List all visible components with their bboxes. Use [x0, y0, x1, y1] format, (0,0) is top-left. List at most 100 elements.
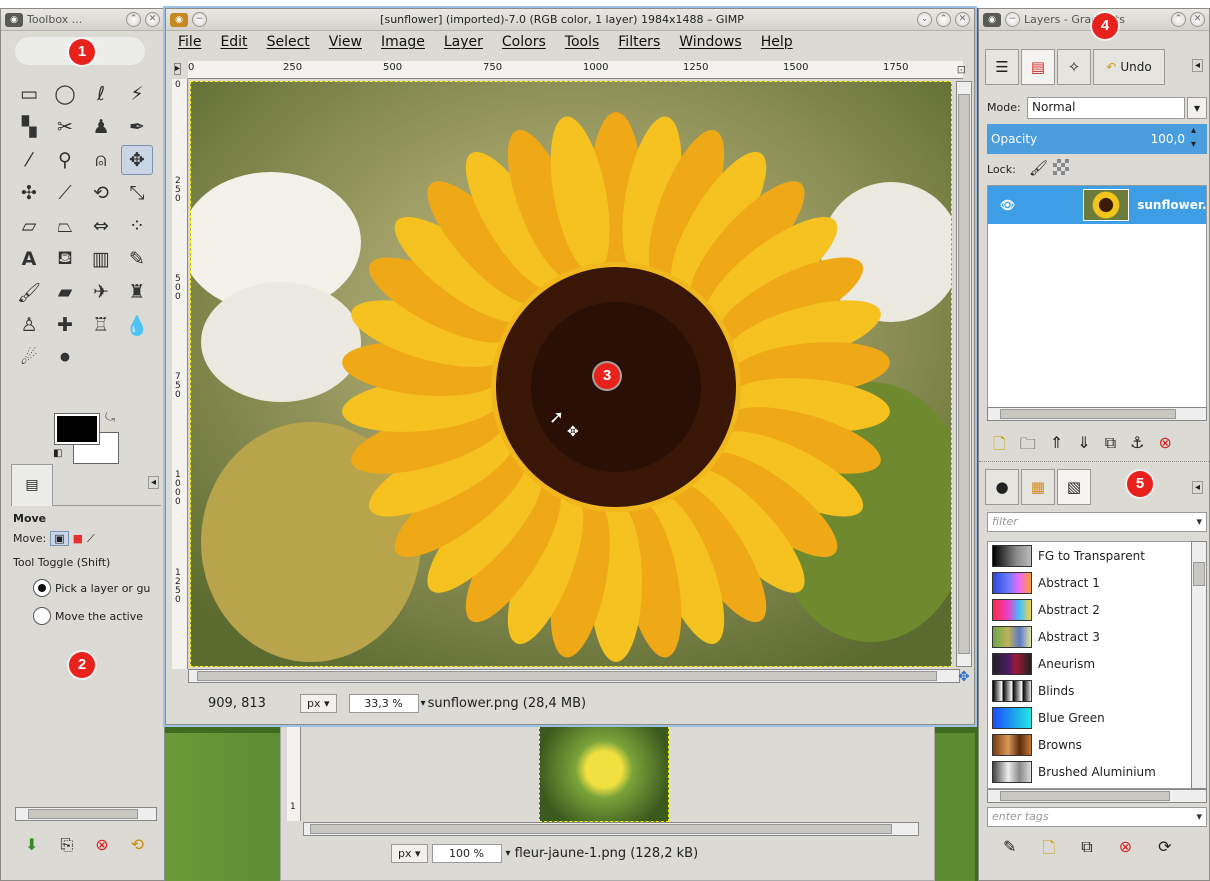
shear-icon[interactable]: ▱: [13, 211, 45, 241]
ink-icon[interactable]: ♜: [121, 277, 153, 307]
gradients-hscroll-thumb[interactable]: [1000, 791, 1170, 801]
gradients-tab-menu-icon[interactable]: ◂: [1191, 481, 1203, 494]
layers-hscrollbar[interactable]: [987, 407, 1207, 421]
delete-options-icon[interactable]: ⊗: [95, 835, 108, 855]
fg-bg-colors[interactable]: ⤿ ◧: [53, 410, 123, 464]
gradient-list-item[interactable]: Aneurism: [988, 650, 1206, 677]
layer-name[interactable]: sunflower.png: [1137, 198, 1206, 212]
maximize-icon[interactable]: ⌃: [936, 12, 951, 27]
dodge-burn-icon[interactable]: ⚫: [49, 343, 81, 373]
scale-icon[interactable]: ⤡: [121, 178, 153, 208]
pick-layer-radio[interactable]: [33, 579, 51, 597]
gradient-list-item[interactable]: Brushed Aluminium: [988, 758, 1206, 785]
vertical-ruler[interactable]: 0 250 500 750 1000 1250: [172, 79, 188, 669]
fuzzy-select-icon[interactable]: ⚡: [121, 79, 153, 109]
gradient-list-item[interactable]: Blue Green: [988, 704, 1206, 731]
unit-select[interactable]: px ▾: [300, 693, 337, 713]
close-icon[interactable]: ✕: [955, 12, 970, 27]
foreground-select-icon[interactable]: ♟: [85, 112, 117, 142]
heal-icon[interactable]: ✚: [49, 310, 81, 340]
rect-select-icon[interactable]: ▭: [13, 79, 45, 109]
zoom-icon[interactable]: ⚲: [49, 145, 81, 175]
lock-alpha-icon[interactable]: [1053, 159, 1069, 175]
move-selection-icon[interactable]: ■: [73, 532, 83, 545]
close-icon[interactable]: ✕: [145, 12, 160, 27]
gradients-divider[interactable]: [979, 461, 1210, 465]
duplicate-layer-icon[interactable]: ⧉: [1105, 433, 1116, 460]
toolbox-hscrollbar[interactable]: [15, 807, 157, 821]
crop-icon[interactable]: ⟋: [49, 178, 81, 208]
paths-icon[interactable]: ✒: [121, 112, 153, 142]
reset-options-icon[interactable]: ⟲: [131, 835, 144, 855]
pencil-icon[interactable]: ✎: [121, 244, 153, 274]
paintbrush-icon[interactable]: 🖌: [13, 277, 45, 307]
lock-pixels-icon[interactable]: 🖌: [1029, 159, 1048, 177]
tags-input[interactable]: enter tags ▾: [987, 807, 1207, 827]
clone-icon[interactable]: ♙: [13, 310, 45, 340]
new-layer-icon[interactable]: 🗋: [993, 433, 1006, 460]
save-options-icon[interactable]: ⬇: [25, 835, 38, 855]
perspective-clone-icon[interactable]: ♖: [85, 310, 117, 340]
new-gradient-icon[interactable]: 🗋: [1042, 837, 1055, 864]
swap-colors-icon[interactable]: ⤿: [105, 410, 115, 425]
zoom-field[interactable]: 33,3 %: [348, 693, 419, 713]
menu-colors[interactable]: Colors: [502, 34, 546, 50]
tab-patterns[interactable]: ▦: [1021, 469, 1055, 505]
edit-gradient-icon[interactable]: ✎: [1003, 837, 1016, 864]
bucket-fill-icon[interactable]: ⛾: [49, 244, 81, 274]
move-active-radio[interactable]: [33, 607, 51, 625]
menu-help[interactable]: Help: [761, 34, 793, 50]
duplicate-gradient-icon[interactable]: ⧉: [1081, 837, 1092, 864]
refresh-gradients-icon[interactable]: ⟳: [1158, 837, 1171, 864]
secondary-scroll-thumb[interactable]: [310, 824, 892, 834]
gradient-list-item[interactable]: FG to Transparent: [988, 542, 1206, 569]
secondary-zoom-field[interactable]: 100 %: [431, 844, 502, 863]
close-icon[interactable]: ✕: [1190, 12, 1205, 27]
tool-options-tab[interactable]: ▤: [11, 464, 53, 506]
cage-icon[interactable]: ⁘: [121, 211, 153, 241]
raise-layer-icon[interactable]: ⇑: [1050, 433, 1063, 460]
quick-mask-corner-icon[interactable]: ▸: [174, 63, 182, 75]
eye-icon[interactable]: 👁: [1000, 198, 1015, 212]
blend-icon[interactable]: ▥: [85, 244, 117, 274]
opacity-spin-icon[interactable]: ▴ ▾: [1191, 124, 1196, 152]
layers-list[interactable]: 👁 sunflower.png: [987, 185, 1207, 421]
gradients-vscrollbar[interactable]: [1191, 541, 1207, 789]
foreground-color[interactable]: [55, 414, 99, 444]
tab-channels[interactable]: ▤: [1021, 49, 1055, 85]
anchor-layer-icon[interactable]: ⚓: [1130, 433, 1144, 460]
gradient-list-item[interactable]: Abstract 3: [988, 623, 1206, 650]
window-menu-icon[interactable]: −: [192, 12, 207, 27]
tab-undo[interactable]: ↶ Undo: [1093, 49, 1165, 85]
menu-tools[interactable]: Tools: [565, 34, 600, 50]
image-titlebar[interactable]: ◉ − [sunflower] (imported)-7.0 (RGB colo…: [166, 9, 974, 31]
default-colors-icon[interactable]: ◧: [53, 448, 62, 459]
image-window-secondary[interactable]: 1 px ▾ 100 % ▾ fleur-jaune-1.png (128,2 …: [280, 725, 935, 881]
gradient-filter-input[interactable]: filter ▾: [987, 512, 1207, 532]
tab-brushes[interactable]: ●: [985, 469, 1019, 505]
color-select-icon[interactable]: ▚: [13, 112, 45, 142]
window-menu-icon[interactable]: −: [1005, 12, 1020, 27]
toolbox-scroll-thumb[interactable]: [28, 809, 138, 819]
toolbox-titlebar[interactable]: ◉ Toolbox ... ⌃ ✕: [1, 9, 164, 31]
opacity-slider[interactable]: Opacity 100,0: [987, 124, 1207, 154]
menu-select[interactable]: Select: [267, 34, 310, 50]
gradient-list-item[interactable]: Abstract 1: [988, 569, 1206, 596]
gradient-list-item[interactable]: Abstract 2: [988, 596, 1206, 623]
color-picker-icon[interactable]: ⁄: [13, 145, 45, 175]
lower-layer-icon[interactable]: ⇓: [1077, 433, 1090, 460]
align-icon[interactable]: ✣: [13, 178, 45, 208]
gradients-hscrollbar[interactable]: [987, 789, 1207, 803]
menu-image[interactable]: Image: [381, 34, 425, 50]
layers-scroll-thumb[interactable]: [1000, 409, 1176, 419]
move-icon[interactable]: ✥: [121, 145, 153, 175]
delete-layer-icon[interactable]: ⊗: [1158, 433, 1171, 460]
ellipse-select-icon[interactable]: ◯: [49, 79, 81, 109]
restore-options-icon[interactable]: ⎘: [60, 835, 73, 855]
menu-filters[interactable]: Filters: [618, 34, 660, 50]
layer-row[interactable]: 👁 sunflower.png: [988, 186, 1206, 224]
flip-icon[interactable]: ⇔: [85, 211, 117, 241]
zoom-dropdown-icon[interactable]: ▾: [421, 698, 426, 709]
image-hscrollbar[interactable]: [188, 669, 960, 683]
tab-menu-icon[interactable]: ◂: [147, 476, 159, 489]
